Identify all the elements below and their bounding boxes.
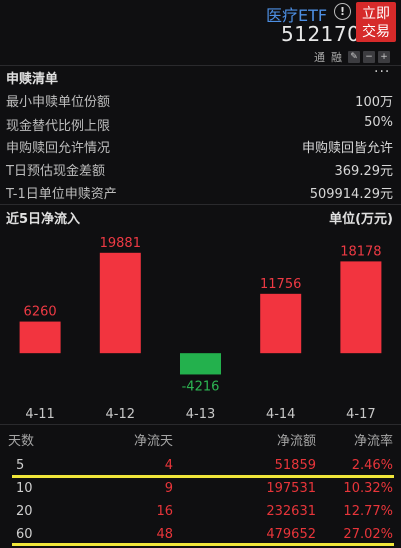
bar-4-13[interactable] <box>180 353 221 375</box>
row60-days: 60 <box>16 527 33 542</box>
row-label-cash-diff: T日预估现金差额 <box>6 164 105 179</box>
row-label-permission: 申购赎回允许情况 <box>6 141 111 156</box>
col-header-amount: 净流额 <box>276 434 316 449</box>
row5-rate: 2.46% <box>351 458 393 473</box>
row10-rate: 10.32% <box>343 481 393 496</box>
minus-icon[interactable]: − <box>363 51 375 63</box>
row60-amount: 479652 <box>266 527 316 542</box>
value-label-4-14: 11756 <box>260 277 301 292</box>
header-divider <box>0 65 401 66</box>
highlight-underline-5 <box>12 475 394 478</box>
redemption-title: 申赎清单 <box>6 72 59 87</box>
highlight-underline-60 <box>12 543 394 546</box>
row20-rate: 12.77% <box>343 504 393 519</box>
toolbar-label-rong[interactable]: 融 <box>331 49 342 65</box>
row20-amount: 232631 <box>266 504 316 519</box>
row10-days: 10 <box>16 481 33 496</box>
chart-divider <box>0 424 401 425</box>
value-label-4-17: 18178 <box>340 244 381 259</box>
row10-amount: 197531 <box>266 481 316 496</box>
bar-4-12[interactable] <box>99 252 141 354</box>
row-label-min-unit: 最小申赎单位份额 <box>6 95 111 110</box>
row5-amount: 51859 <box>274 458 316 473</box>
value-label-4-13: -4216 <box>182 379 220 394</box>
trade-button-line2: 交易 <box>362 24 390 40</box>
x-tick-4-17: 4-17 <box>346 407 376 422</box>
toolbar: 通 融 ✎ − + <box>314 50 390 64</box>
net-inflow-chart: 6260 4-11 19881 4-12 -4216 4-13 11756 4-14 18178… <box>19 236 382 422</box>
x-tick-4-12: 4-12 <box>106 407 136 422</box>
col-header-days: 天数 <box>8 434 35 449</box>
row5-days: 5 <box>16 458 25 473</box>
bar-4-17[interactable] <box>340 261 382 354</box>
row5-net-days: 4 <box>164 458 173 473</box>
col-header-net-days: 净流天 <box>133 434 173 449</box>
net-inflow-title: 近5日净流入 <box>6 212 81 227</box>
row-value-cash-ratio: 50% <box>364 115 393 130</box>
bar-4-11[interactable] <box>19 321 61 354</box>
row60-net-days: 48 <box>156 527 173 542</box>
trade-now-button[interactable]: 立即 交易 <box>356 2 396 42</box>
x-tick-4-14: 4-14 <box>266 407 296 422</box>
value-label-4-11: 6260 <box>24 305 57 320</box>
col-header-rate: 净流率 <box>353 434 393 449</box>
pencil-icon[interactable]: ✎ <box>348 51 360 63</box>
row10-net-days: 9 <box>164 481 173 496</box>
row-label-unit-assets: T-1日单位申赎资产 <box>6 187 117 202</box>
net-inflow-unit: 单位(万元) <box>329 212 393 227</box>
row-value-min-unit: 100万 <box>355 95 393 110</box>
info-icon[interactable]: ! <box>334 3 351 20</box>
fund-code: 512170 <box>281 22 361 46</box>
toolbar-label-tong[interactable]: 通 <box>314 49 325 65</box>
x-tick-4-11: 4-11 <box>25 407 55 422</box>
row-value-unit-assets: 509914.29元 <box>309 187 393 202</box>
plus-icon[interactable]: + <box>378 51 390 63</box>
row-value-cash-diff: 369.29元 <box>334 164 394 179</box>
section-divider <box>0 204 401 205</box>
row20-net-days: 16 <box>156 504 173 519</box>
x-tick-4-13: 4-13 <box>186 407 216 422</box>
trade-button-line1: 立即 <box>362 6 390 22</box>
row60-rate: 27.02% <box>343 527 393 542</box>
value-label-4-12: 19881 <box>100 236 141 251</box>
row-label-cash-ratio: 现金替代比例上限 <box>6 119 111 134</box>
bar-4-14[interactable] <box>260 293 302 354</box>
row20-days: 20 <box>16 504 33 519</box>
row-value-permission: 申购赎回皆允许 <box>301 141 393 156</box>
more-icon[interactable]: ··· <box>374 64 390 80</box>
